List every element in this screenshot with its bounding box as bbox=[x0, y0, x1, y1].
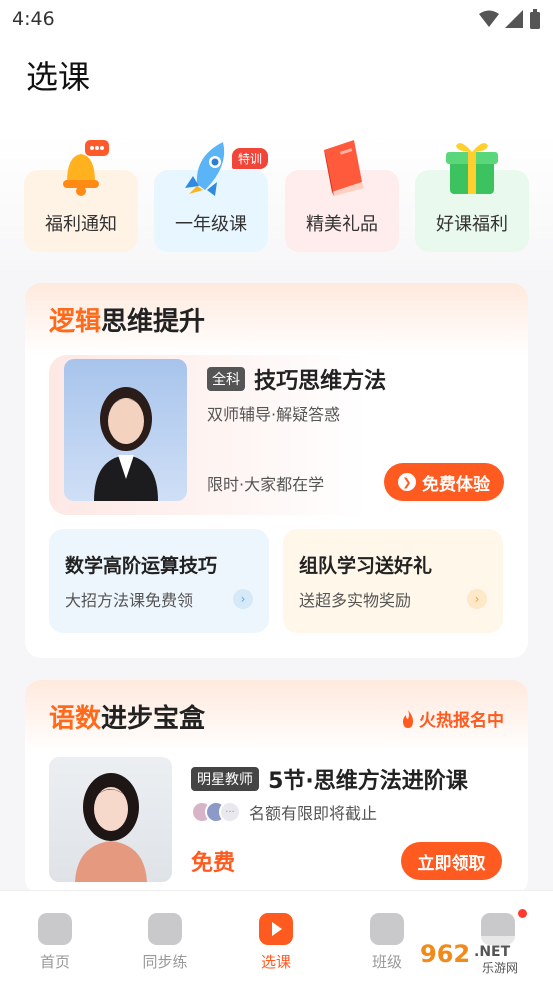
tab-label: 选课 bbox=[260, 953, 291, 971]
quick-link-first-grade[interactable]: 特训 一年级课 bbox=[154, 142, 268, 252]
teacher-photo bbox=[64, 359, 187, 501]
limit-text: 名额有限即将截止 bbox=[249, 804, 378, 823]
class-icon bbox=[370, 913, 404, 945]
bell-icon bbox=[63, 140, 109, 196]
section-title: 语数进步宝盒 bbox=[49, 698, 205, 735]
notification-dot bbox=[518, 909, 527, 918]
chevron-right-icon: › bbox=[233, 589, 253, 609]
svg-text:962: 962 bbox=[420, 940, 470, 968]
gift-icon bbox=[446, 143, 498, 194]
enroll-info: ··· 名额有限即将截止 bbox=[191, 800, 377, 824]
more-dots-icon: ··· bbox=[219, 801, 241, 823]
quick-link-label: 精美礼品 bbox=[306, 214, 378, 235]
quick-link-label: 一年级课 bbox=[175, 214, 247, 235]
course-tag: 全科 bbox=[207, 367, 245, 391]
practice-icon bbox=[148, 913, 182, 945]
svg-text:乐游网: 乐游网 bbox=[482, 961, 518, 975]
section-title-rest: 思维提升 bbox=[101, 307, 206, 337]
signal-icon bbox=[505, 10, 523, 28]
claim-now-button[interactable]: 立即领取 bbox=[401, 842, 502, 880]
teacher-image bbox=[75, 773, 147, 882]
mini-card-team-study[interactable]: 组队学习送好礼 送超多实物奖励 › bbox=[283, 529, 503, 633]
fire-icon bbox=[403, 709, 413, 728]
mini-card-title: 数学高阶运算技巧 bbox=[65, 555, 218, 577]
svg-text:.NET: .NET bbox=[474, 944, 511, 960]
teacher-image bbox=[94, 387, 158, 501]
course-name: 技巧思维方法 bbox=[254, 369, 387, 394]
section-title-rest: 进步宝盒 bbox=[101, 704, 206, 734]
quick-links: 福利通知 特训 一年级课 精美礼品 好课福利 bbox=[24, 140, 529, 255]
status-icons bbox=[479, 9, 541, 29]
mini-card-math-skills[interactable]: 数学高阶运算技巧 大招方法课免费领 › bbox=[49, 529, 269, 633]
logic-section-card: 逻辑思维提升 全科 技巧思维方法 双师辅导·解疑答惑 限时·大家都在学 ❯ 免费… bbox=[25, 283, 528, 658]
free-trial-button[interactable]: ❯ 免费体验 bbox=[384, 463, 504, 501]
course-info: 明星教师 5节·思维方法进阶课 bbox=[191, 763, 468, 795]
arrow-right-icon: ❯ bbox=[398, 473, 416, 491]
course-name: 5节·思维方法进阶课 bbox=[268, 769, 468, 794]
mini-card-title: 组队学习送好礼 bbox=[299, 555, 433, 577]
quick-link-badge: 特训 bbox=[231, 148, 268, 169]
header: 选课 bbox=[0, 38, 553, 132]
wifi-icon bbox=[479, 10, 499, 27]
price-text: 免费 bbox=[191, 851, 236, 876]
section-title-highlight: 逻辑 bbox=[49, 307, 102, 337]
quick-link-label: 福利通知 bbox=[45, 214, 117, 235]
watermark-image: 962 .NET 乐游网 bbox=[412, 936, 548, 976]
quick-link-course-welfare[interactable]: 好课福利 bbox=[415, 143, 529, 252]
star-teacher-tag: 明星教师 bbox=[191, 767, 259, 791]
status-bar: 4:46 bbox=[0, 0, 553, 38]
book-icon bbox=[324, 140, 364, 196]
tab-label: 首页 bbox=[39, 953, 70, 971]
quick-link-gifts[interactable]: 精美礼品 bbox=[285, 140, 399, 252]
course-note: 限时·大家都在学 bbox=[207, 475, 325, 494]
course-info: 全科 技巧思维方法 bbox=[207, 363, 386, 395]
status-time: 4:46 bbox=[12, 8, 55, 30]
chinese-math-section-card: 语数进步宝盒 火热报名中 明星教师 5节·思维方法进阶课 ··· 名额有限即将截… bbox=[25, 680, 528, 895]
tab-home[interactable]: 首页 bbox=[15, 913, 95, 972]
course-subtitle: 双师辅导·解疑答惑 bbox=[207, 405, 341, 424]
quick-link-welfare-notice[interactable]: 福利通知 bbox=[24, 140, 138, 252]
battery-icon bbox=[530, 9, 540, 29]
hot-registration-label: 火热报名中 bbox=[419, 711, 504, 731]
mini-card-subtitle: 送超多实物奖励 bbox=[299, 591, 412, 610]
teacher-photo bbox=[49, 757, 172, 882]
home-icon bbox=[38, 913, 72, 945]
quick-link-label: 好课福利 bbox=[436, 214, 508, 235]
section-title: 逻辑思维提升 bbox=[49, 301, 205, 338]
hot-registration-tag: 火热报名中 bbox=[401, 706, 504, 731]
mini-card-subtitle: 大招方法课免费领 bbox=[65, 591, 194, 610]
claim-now-label: 立即领取 bbox=[417, 853, 486, 874]
tab-practice[interactable]: 同步练 bbox=[125, 913, 205, 972]
watermark-logo: 962 .NET 乐游网 bbox=[410, 930, 550, 980]
free-trial-label: 免费体验 bbox=[422, 474, 490, 495]
featured-course[interactable]: 全科 技巧思维方法 双师辅导·解疑答惑 限时·大家都在学 ❯ 免费体验 bbox=[49, 355, 504, 515]
tab-label: 同步练 bbox=[142, 953, 188, 971]
play-triangle bbox=[272, 922, 282, 936]
tab-course-select[interactable]: 选课 bbox=[236, 913, 316, 972]
chevron-right-icon: › bbox=[467, 589, 487, 609]
page-title: 选课 bbox=[26, 58, 91, 96]
avatar-group: ··· bbox=[191, 801, 241, 823]
play-icon bbox=[259, 913, 293, 945]
section-title-highlight: 语数 bbox=[49, 704, 102, 734]
